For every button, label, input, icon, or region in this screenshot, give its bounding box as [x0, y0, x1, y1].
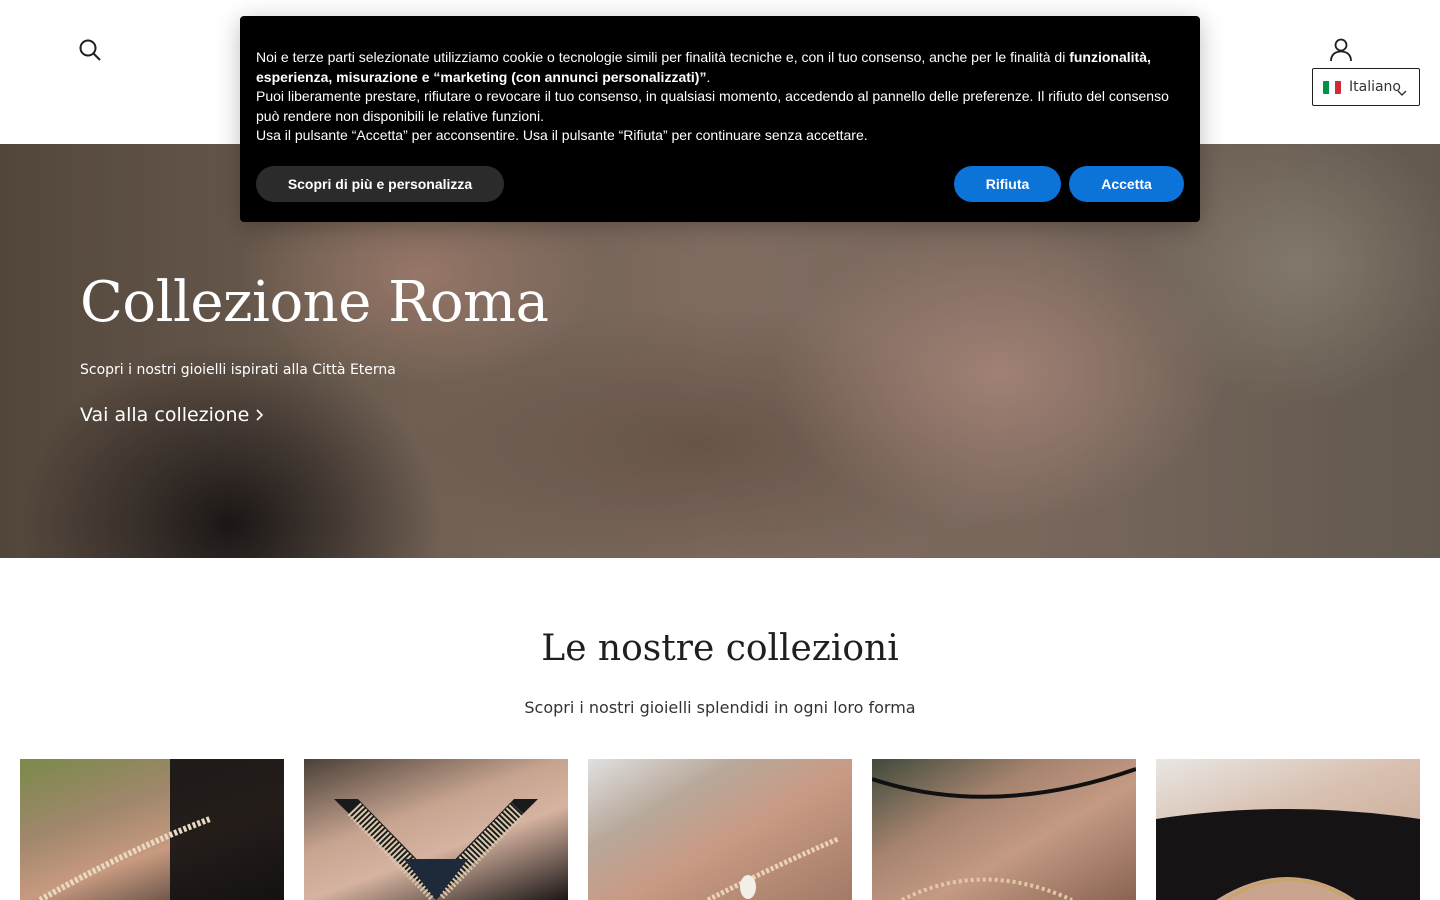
- necklace-image: [334, 799, 538, 900]
- collection-card-5[interactable]: [1156, 759, 1420, 900]
- cookie-paragraph-1-start: Noi e terze parti selezionate utilizziam…: [256, 49, 1070, 65]
- account-icon[interactable]: [1328, 37, 1354, 63]
- language-selector[interactable]: Italiano: [1312, 68, 1420, 106]
- collections-subtitle: Scopri i nostri gioielli splendidi in og…: [524, 698, 916, 717]
- cookie-consent-banner: Noi e terze parti selezionate utilizziam…: [240, 16, 1200, 222]
- accept-button[interactable]: Accetta: [1069, 166, 1184, 202]
- cookie-paragraph-2: Puoi liberamente prestare, rifiutare o r…: [256, 88, 1169, 124]
- hero-title: Collezione Roma: [80, 270, 549, 335]
- collection-card-3[interactable]: [588, 759, 852, 900]
- cookie-consent-text: Noi e terze parti selezionate utilizziam…: [256, 48, 1184, 146]
- cookie-paragraph-1: Noi e terze parti selezionate utilizziam…: [256, 48, 1184, 87]
- necklace-image: [706, 836, 839, 900]
- italy-flag-icon: [1323, 80, 1341, 94]
- collection-card-1[interactable]: [20, 759, 284, 900]
- go-to-collection-label: Vai alla collezione: [80, 404, 250, 426]
- collection-card-2[interactable]: [304, 759, 568, 900]
- reject-button[interactable]: Rifiuta: [954, 166, 1061, 202]
- search-icon[interactable]: [78, 38, 102, 62]
- necklace-image: [38, 759, 284, 900]
- collections-grid: [20, 759, 1420, 900]
- cookie-paragraph-1-end: .: [706, 68, 711, 85]
- necklace-image: [1156, 809, 1420, 900]
- customize-button[interactable]: Scopri di più e personalizza: [256, 166, 504, 202]
- hero-subtitle: Scopri i nostri gioielli ispirati alla C…: [80, 362, 396, 378]
- chevron-right-icon: [255, 404, 264, 426]
- cookie-paragraph-3: Usa il pulsante “Accetta” per acconsenti…: [256, 127, 868, 143]
- go-to-collection-link[interactable]: Vai alla collezione: [80, 404, 264, 426]
- language-label: Italiano: [1349, 79, 1401, 95]
- collection-card-4[interactable]: [872, 759, 1136, 900]
- chevron-down-icon: [1397, 83, 1407, 96]
- collections-title: Le nostre collezioni: [541, 628, 899, 669]
- necklace-image: [872, 767, 1136, 900]
